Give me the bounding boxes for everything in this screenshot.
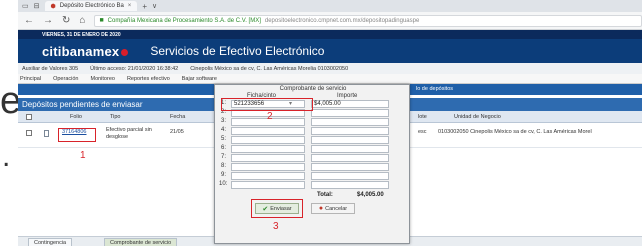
ficha-input[interactable] — [231, 145, 305, 153]
service-receipt-dialog: Comprobante de servicio Ficha/cinto Impo… — [214, 84, 410, 244]
receipt-row: 4: — [221, 127, 405, 135]
row-number: 9: — [221, 172, 227, 178]
importe-input[interactable] — [311, 172, 389, 180]
col-header-folio[interactable]: Folio — [70, 114, 82, 120]
ficha-input[interactable] — [231, 172, 305, 180]
forward-icon[interactable]: → — [43, 15, 53, 26]
tab-menu-icon[interactable]: ▭ — [22, 2, 29, 10]
page-title: Servicios de Efectivo Electrónico — [150, 44, 325, 58]
row-fecha: 21/05 — [170, 129, 184, 135]
annotation-number-3: 3 — [273, 221, 279, 232]
annotation-number-2: 2 — [267, 111, 273, 122]
col-header-importe: Importe — [337, 93, 358, 99]
brand-logo: citibanamex — [42, 44, 129, 59]
session-info: Auxiliar de Valores 305 Último acceso: 2… — [18, 63, 642, 74]
row-checkbox[interactable] — [26, 130, 32, 136]
home-icon[interactable]: ⌂ — [79, 15, 85, 26]
row-number: 3: — [221, 118, 227, 124]
row-number: 5: — [221, 136, 227, 142]
receipt-row: 6: — [221, 145, 405, 153]
row-number: 6: — [221, 145, 227, 151]
receipt-row: 7: — [221, 154, 405, 162]
importe-input[interactable] — [311, 145, 389, 153]
business-location: Cinepolis México sa de cv, C. Las Améric… — [190, 65, 349, 72]
document-icon[interactable] — [44, 130, 49, 137]
tab-title: Depósito Electrónico Ba — [59, 3, 124, 9]
cancel-icon: ● — [318, 205, 324, 212]
slide-dot: . — [2, 140, 11, 173]
tab-list-icon[interactable]: ⊟ — [34, 2, 40, 10]
brand-dot-icon — [121, 48, 129, 56]
cancel-button[interactable]: ● Cancelar — [311, 203, 355, 214]
lock-icon: ■ — [99, 17, 104, 24]
date-line: VIERNES, 31 DE ENERO DE 2020 — [18, 30, 642, 39]
total-row: Total: $4,005.00 — [215, 192, 411, 200]
annotation-box-3 — [251, 199, 303, 218]
menu-item-reportes[interactable]: Reportes efectivo — [127, 76, 170, 82]
annotation-box-2 — [221, 98, 313, 111]
receipt-row: 5: — [221, 136, 405, 144]
row-number: 8: — [221, 163, 227, 169]
back-icon[interactable]: ← — [24, 15, 34, 26]
receipt-row: 8: — [221, 163, 405, 171]
brand-bar: citibanamex Servicios de Efectivo Electr… — [18, 39, 642, 63]
row-number: 10: — [219, 181, 228, 187]
site-favicon-icon: ⬢ — [50, 3, 56, 10]
importe-input[interactable] — [311, 118, 389, 126]
receipt-row: 3: — [221, 118, 405, 126]
col-header-unidad[interactable]: Unidad de Negocio — [454, 114, 501, 120]
ficha-input[interactable] — [231, 181, 305, 189]
importe-input[interactable] — [311, 154, 389, 162]
importe-input[interactable] — [311, 181, 389, 189]
ficha-input[interactable] — [231, 127, 305, 135]
total-value: $4,005.00 — [357, 192, 384, 198]
col-header-fecha[interactable]: Fecha — [170, 114, 185, 120]
reload-icon[interactable]: ↻ — [62, 15, 70, 26]
screenshot: ▭ ⊟ ⬢ Depósito Electrónico Ba × + ∨ ← → … — [18, 0, 642, 246]
importe-input[interactable] — [311, 127, 389, 135]
menu-item-monitoreo[interactable]: Monitoreo — [90, 76, 114, 82]
address-bar: ← → ↻ ⌂ ■ Compañía Mexicana de Procesami… — [18, 12, 642, 30]
ficha-input[interactable] — [231, 163, 305, 171]
row-number: 7: — [221, 154, 227, 160]
annotation-number-1: 1 — [80, 150, 86, 161]
menu-item-operacion[interactable]: Operación — [53, 76, 78, 82]
ficha-input[interactable] — [231, 136, 305, 144]
col-header-lote[interactable]: lote — [418, 114, 427, 120]
tab-comprobante[interactable]: Comprobante de servicio — [104, 238, 178, 246]
receipt-row: 9: — [221, 172, 405, 180]
menu-item-bajar-software[interactable]: Bajar software — [182, 76, 217, 82]
col-header-tipo[interactable]: Tipo — [110, 114, 121, 120]
annotation-box-1 — [58, 128, 96, 142]
row-tipo: Efectivo parcial sin desglose — [106, 127, 152, 140]
importe-input[interactable]: $4,005.00 — [311, 100, 389, 108]
row-number: 4: — [221, 127, 227, 133]
browser-tab[interactable]: ⬢ Depósito Electrónico Ba × — [44, 1, 138, 11]
new-tab-icon[interactable]: + — [142, 2, 147, 11]
importe-input[interactable] — [311, 163, 389, 171]
importe-input[interactable] — [311, 136, 389, 144]
site-identity: Compañía Mexicana de Procesamiento S.A. … — [107, 17, 261, 24]
ficha-input[interactable] — [231, 154, 305, 162]
row-unidad: 0103002050 Cinepolis México sa de cv, C.… — [438, 129, 592, 135]
dialog-title: Comprobante de servicio — [279, 86, 347, 92]
menu-item-principal[interactable]: Principal — [20, 76, 41, 82]
deposit-strip-label: lo de depósitos — [416, 86, 453, 92]
user-name: Auxiliar de Valores 305 — [22, 65, 79, 72]
url-field[interactable]: ■ Compañía Mexicana de Procesamiento S.A… — [94, 14, 642, 27]
url-text: depositoelectronico.cmpnet.com.mx/deposi… — [264, 17, 420, 24]
row-lote: esc — [418, 129, 427, 135]
receipt-row: 10: — [219, 181, 405, 189]
main-menu: Principal Operación Monitoreo Reportes e… — [18, 74, 642, 84]
importe-input[interactable] — [311, 109, 389, 117]
tab-contingencia[interactable]: Contingencia — [28, 238, 73, 246]
tab-close-icon[interactable]: × — [128, 3, 132, 9]
tab-dropdown-icon[interactable]: ∨ — [152, 2, 157, 10]
browser-tab-strip: ▭ ⊟ ⬢ Depósito Electrónico Ba × + ∨ — [18, 0, 642, 12]
total-label: Total: — [317, 192, 333, 198]
last-access: Último acceso: 21/01/2020 16:38:42 — [90, 65, 179, 72]
select-all-checkbox[interactable] — [26, 114, 32, 120]
